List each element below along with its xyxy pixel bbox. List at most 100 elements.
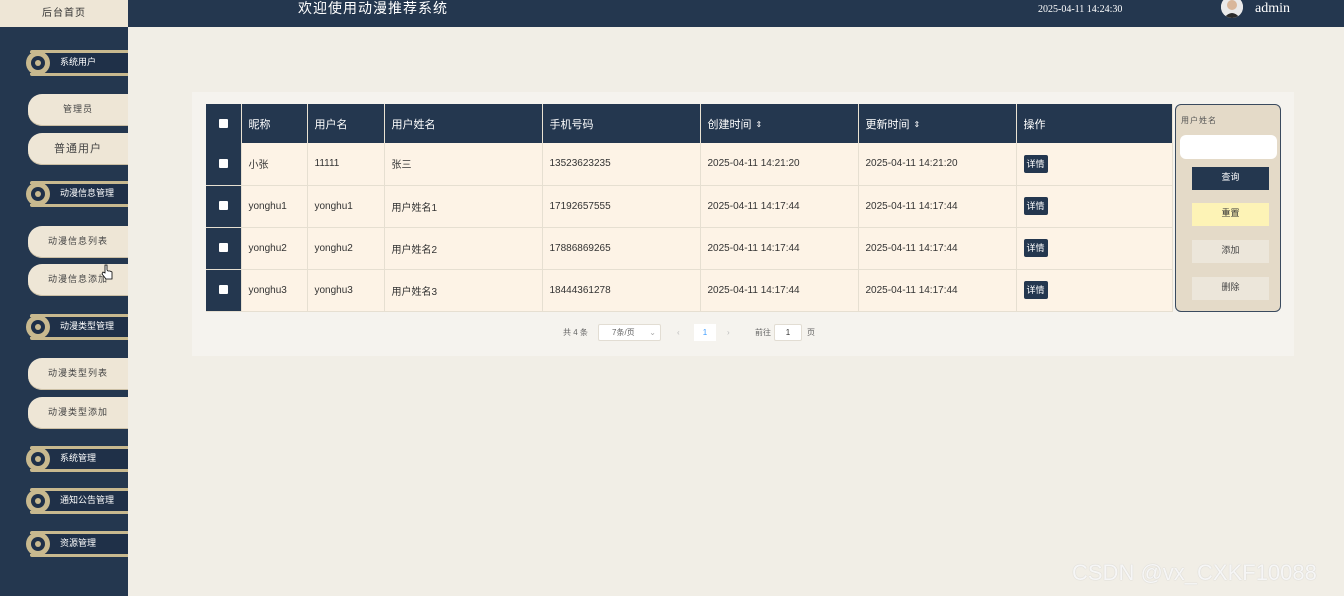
cell-username: 11111 — [307, 143, 385, 186]
cell-created: 2025-04-11 14:17:44 — [700, 269, 859, 312]
menu-group-label: 资源管理 — [60, 539, 97, 549]
select-all-cell[interactable] — [206, 104, 242, 143]
search-input[interactable] — [1180, 135, 1277, 159]
cell-realname: 用户姓名2 — [384, 227, 543, 270]
chevron-down-icon: ⌄ — [649, 328, 656, 337]
detail-button[interactable]: 详情 — [1023, 154, 1048, 173]
column-header: 昵称 — [241, 104, 308, 143]
menu-group-label: 动漫信息管理 — [60, 189, 115, 199]
cell-actions: 详情 — [1016, 185, 1173, 228]
detail-button[interactable]: 详情 — [1023, 281, 1048, 299]
goto-page-input[interactable]: 1 — [774, 324, 802, 341]
sort-icon[interactable]: ⇕ — [914, 120, 921, 129]
cell-realname: 用户姓名3 — [384, 269, 543, 312]
table-row: yonghu1 yonghu1 用户姓名1 17192657555 2025-0… — [206, 185, 1173, 228]
column-header-sortable[interactable]: 创建时间 ⇕ — [700, 104, 859, 143]
pagination-total: 共 4 条 — [563, 328, 588, 337]
delete-button[interactable]: 删除 — [1192, 277, 1269, 300]
menu-group-label: 通知公告管理 — [60, 496, 115, 506]
cloud-ornament-icon — [26, 489, 50, 513]
top-header: 欢迎使用动漫推荐系统 2025-04-11 14:24:30 admin — [128, 0, 1344, 27]
user-avatar-icon — [1221, 0, 1243, 18]
cell-actions: 详情 — [1016, 269, 1173, 312]
page-size-select[interactable]: 7条/页 ⌄ — [598, 324, 661, 341]
cell-updated: 2025-04-11 14:17:44 — [858, 185, 1017, 228]
row-checkbox[interactable] — [218, 159, 228, 169]
select-all-checkbox[interactable] — [218, 119, 228, 129]
menu-group-label: 系统用户 — [60, 58, 97, 68]
row-checkbox[interactable] — [218, 201, 228, 211]
cell-nickname: yonghu3 — [241, 269, 308, 312]
menu-group-notice[interactable]: 通知公告管理 — [0, 484, 128, 518]
cell-nickname: yonghu2 — [241, 227, 308, 270]
cell-actions: 详情 — [1016, 227, 1173, 270]
cell-phone: 18444361278 — [542, 269, 701, 312]
column-header-label: 创建时间 — [707, 118, 752, 131]
page-title: 欢迎使用动漫推荐系统 — [298, 1, 448, 17]
sidebar-item-type-add[interactable]: 动漫类型添加 — [28, 397, 128, 429]
cell-phone: 17886869265 — [542, 227, 701, 270]
cloud-ornament-icon — [26, 182, 50, 206]
cell-updated: 2025-04-11 14:17:44 — [858, 227, 1017, 270]
column-header-sortable[interactable]: 更新时间 ⇕ — [858, 104, 1017, 143]
prev-page-icon[interactable]: ‹ — [677, 324, 680, 342]
sidebar-item-admin[interactable]: 管理员 — [28, 94, 128, 126]
search-panel: 用户姓名 查询 重置 添加 删除 — [1175, 104, 1281, 312]
sidebar-item-regular-users[interactable]: 普通用户 — [28, 133, 128, 165]
cell-nickname: yonghu1 — [241, 185, 308, 228]
cell-actions: 详情 — [1016, 143, 1173, 186]
column-header: 手机号码 — [542, 104, 701, 143]
add-button[interactable]: 添加 — [1192, 240, 1269, 263]
row-select-cell[interactable] — [206, 227, 242, 270]
sidebar-item-anime-add[interactable]: 动漫信息添加 — [28, 264, 128, 296]
goto-label: 前往 — [755, 328, 771, 337]
detail-button[interactable]: 详情 — [1023, 239, 1048, 257]
cell-phone: 17192657555 — [542, 185, 701, 228]
menu-group-system-users[interactable]: 系统用户 — [0, 46, 128, 80]
cell-username: yonghu3 — [307, 269, 385, 312]
column-header: 用户名 — [307, 104, 385, 143]
sidebar-item-type-list[interactable]: 动漫类型列表 — [28, 358, 128, 390]
header-username[interactable]: admin — [1255, 0, 1290, 18]
row-select-cell[interactable] — [206, 185, 242, 228]
query-button[interactable]: 查询 — [1192, 167, 1269, 190]
column-header: 操作 — [1016, 104, 1173, 143]
cell-realname: 张三 — [384, 143, 543, 186]
next-page-icon[interactable]: › — [727, 324, 730, 342]
menu-group-system-mgmt[interactable]: 系统管理 — [0, 442, 128, 476]
sidebar: 后台首页 系统用户 管理员 普通用户 动漫信息管理 动漫信息列表 动漫信息添加 … — [0, 0, 128, 596]
menu-group-resources[interactable]: 资源管理 — [0, 527, 128, 561]
search-field-label: 用户姓名 — [1181, 116, 1217, 125]
sidebar-item-anime-list[interactable]: 动漫信息列表 — [28, 226, 128, 258]
table-header-row: 昵称 用户名 用户姓名 手机号码 创建时间 ⇕ 更新时间 ⇕ 操作 — [206, 104, 1173, 143]
avatar[interactable] — [1221, 0, 1243, 18]
sort-icon[interactable]: ⇕ — [756, 120, 763, 129]
page-unit-label: 页 — [807, 328, 815, 337]
cell-updated: 2025-04-11 14:21:20 — [858, 143, 1017, 186]
page-number-current[interactable]: 1 — [694, 324, 716, 341]
cloud-ornament-icon — [26, 51, 50, 75]
table-row: yonghu2 yonghu2 用户姓名2 17886869265 2025-0… — [206, 227, 1173, 270]
cell-username: yonghu1 — [307, 185, 385, 228]
cell-phone: 13523623235 — [542, 143, 701, 186]
cell-created: 2025-04-11 14:17:44 — [700, 185, 859, 228]
watermark: CSDN @vx_CXKF10088 — [1072, 560, 1317, 585]
cell-username: yonghu2 — [307, 227, 385, 270]
table-row: 小张 11111 张三 13523623235 2025-04-11 14:21… — [206, 143, 1173, 186]
reset-button[interactable]: 重置 — [1192, 203, 1269, 226]
column-header: 用户姓名 — [384, 104, 543, 143]
detail-button[interactable]: 详情 — [1023, 197, 1048, 215]
table-row: yonghu3 yonghu3 用户姓名3 18444361278 2025-0… — [206, 269, 1173, 312]
menu-group-anime-info[interactable]: 动漫信息管理 — [0, 177, 128, 211]
row-select-cell[interactable] — [206, 269, 242, 312]
home-tab[interactable]: 后台首页 — [0, 0, 128, 27]
row-checkbox[interactable] — [218, 243, 228, 253]
row-select-cell[interactable] — [206, 143, 242, 186]
row-checkbox[interactable] — [218, 285, 228, 295]
menu-group-label: 系统管理 — [60, 454, 97, 464]
hand-cursor-icon — [101, 264, 113, 280]
cell-updated: 2025-04-11 14:17:44 — [858, 269, 1017, 312]
header-datetime: 2025-04-11 14:24:30 — [1038, 4, 1123, 15]
users-table: 昵称 用户名 用户姓名 手机号码 创建时间 ⇕ 更新时间 ⇕ 操作 小张 11111… — [206, 104, 1173, 312]
cloud-ornament-icon — [26, 532, 50, 556]
